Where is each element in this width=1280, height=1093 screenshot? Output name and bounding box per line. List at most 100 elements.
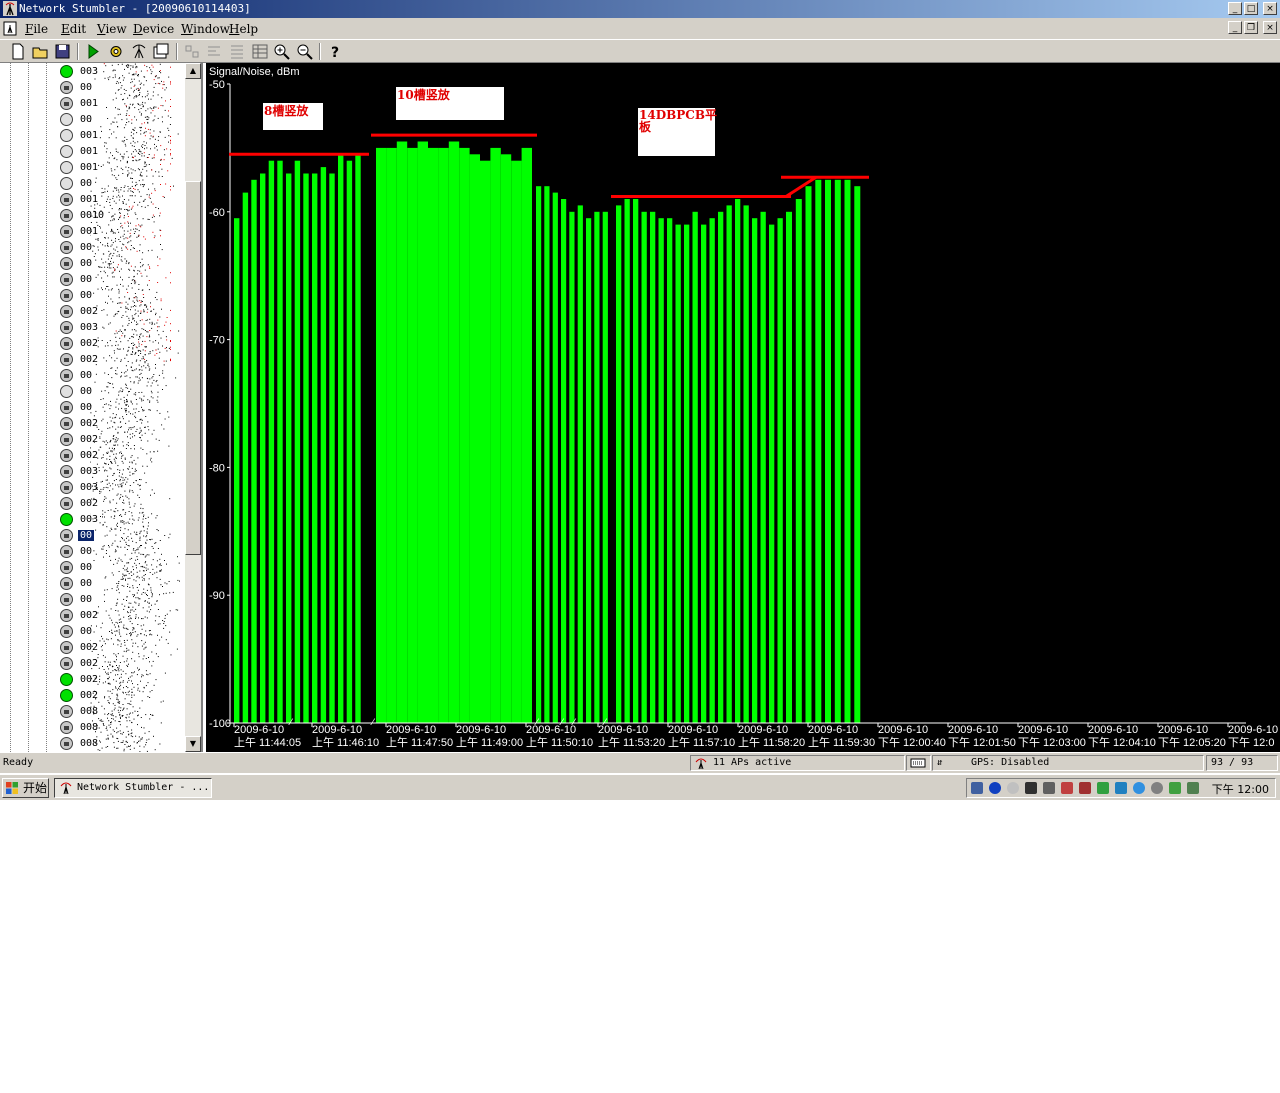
title-bar[interactable]: Network Stumbler - [20090610114403] _ □ … [0,0,1280,18]
x-tick-time: 上午 11:44:05 [234,736,301,749]
gear-icon[interactable] [106,42,126,61]
encrypted-ap-icon [60,273,73,286]
properties-icon[interactable] [151,42,171,61]
document-icon[interactable] [3,21,17,36]
menu-bar: File Edit View Device Window Help _ ❐ × [0,18,1280,39]
signal-bar [234,218,240,723]
x-tick-time: 上午 11:58:20 [738,736,805,749]
encrypted-ap-icon [60,353,73,366]
x-tick-date: 2009-6-10 [598,724,648,736]
scroll-up-button[interactable]: ▲ [185,63,201,79]
taskbar: 开始 Network Stumbler - ... 下午 12:00 [0,774,1280,800]
y-tick-label: -60 [209,207,225,219]
signal-noise-chart[interactable]: Signal/Noise, dBm -50 -60 -70 -80 -90 -100 8槽… [206,63,1280,752]
signal-bar [594,211,600,724]
signal-bar [786,211,792,724]
new-icon[interactable] [8,42,28,61]
open-icon[interactable] [31,42,51,61]
volume-tray-icon[interactable] [1043,782,1055,794]
close-button[interactable]: × [1263,2,1277,15]
x-tick-time: 下午 12:01:50 [948,736,1016,749]
disk-tray-icon[interactable] [1007,782,1019,794]
scroll-thumb[interactable] [185,181,201,555]
child-close-button[interactable]: × [1263,21,1277,34]
menu-device[interactable]: Device [133,22,174,36]
x-tick-date: 2009-6-10 [456,724,506,736]
shield-tray-icon[interactable] [1115,782,1127,794]
encrypted-ap-icon [60,609,73,622]
obscured-label-noise [90,63,180,752]
keyboard-tray-icon[interactable] [1025,782,1037,794]
maximize-button[interactable]: □ [1244,2,1258,15]
inactive-ap-icon [60,129,73,142]
play-icon[interactable] [83,42,103,61]
aps-active-cell: 11 APs active [690,755,905,771]
encrypted-ap-icon [60,705,73,718]
signal-bar [469,154,480,724]
list-icon[interactable] [227,42,247,61]
status-ready: Ready [3,757,34,768]
tree-guide-line [28,63,29,752]
keyboard-icon [910,758,926,768]
inactive-ap-icon [60,177,73,190]
y-tick-label: -70 [209,335,225,347]
taskbar-item-label: Network Stumbler - ... [77,782,210,793]
save-icon[interactable] [53,42,73,61]
signal-bar [795,199,802,723]
signal-bar [825,179,831,723]
encrypted-ap-icon [60,577,73,590]
update-tray-icon[interactable] [1133,782,1145,794]
encrypted-ap-icon [60,449,73,462]
usb-tray-icon[interactable] [1187,782,1199,794]
signal-bar [312,173,318,723]
wifi-tray-icon[interactable] [1097,782,1109,794]
windows-logo-icon [6,782,18,794]
encrypted-ap-icon [60,193,73,206]
taskbar-item-network-stumbler[interactable]: Network Stumbler - ... [54,778,212,798]
child-minimize-button[interactable]: _ [1228,21,1242,34]
auto-config-icon[interactable] [129,42,149,61]
large-icons-icon[interactable] [182,42,202,61]
bluetooth-tray-icon[interactable] [989,782,1001,794]
encrypted-ap-icon [60,465,73,478]
toolbar-separator [176,43,178,60]
security-tray-icon[interactable] [1151,782,1163,794]
signal-bar [561,199,567,723]
ap-count: 93 / 93 [1211,757,1254,768]
signal-bar [752,218,758,723]
signal-bar [438,147,449,723]
menu-view[interactable]: View [97,22,127,36]
menu-file[interactable]: File [25,22,48,36]
signal-bar [459,147,470,723]
menu-window[interactable]: Window [181,22,230,36]
child-restore-button[interactable]: ❐ [1244,21,1258,34]
signal-bar [490,147,501,723]
help-icon[interactable]: ? [325,42,345,61]
signal-bar [760,211,766,724]
menu-edit[interactable]: Edit [61,22,86,36]
signal-bar [743,205,749,723]
zoom-out-icon[interactable] [295,42,315,61]
antivirus-tray-icon[interactable] [1169,782,1181,794]
minimize-button[interactable]: _ [1228,2,1242,15]
zoom-in-icon[interactable] [272,42,292,61]
start-button[interactable]: 开始 [2,778,49,798]
encrypted-ap-icon [60,337,73,350]
small-icons-icon[interactable] [204,42,224,61]
network-disconnected-icon[interactable] [1061,782,1073,794]
network-disconnected-2-icon[interactable] [1079,782,1091,794]
gps-cell: ⇵ GPS: Disabled [932,755,1204,771]
menu-help[interactable]: Help [229,22,258,36]
details-icon[interactable] [250,42,270,61]
ap-tree-pane[interactable]: 003 00 001 00 001 001 001 00 001 0010 001 00 00 00 00 0… [0,63,203,752]
signal-bar [251,179,257,723]
tree-scrollbar[interactable]: ▲ ▼ [185,63,201,752]
encrypted-ap-icon [60,593,73,606]
signal-bar [641,211,647,724]
encrypted-ap-icon [60,641,73,654]
scroll-down-button[interactable]: ▼ [185,736,201,752]
bar-segment [536,186,608,724]
x-axis: ⁄ ⁄ ⁄ ⁄ ⁄ ⁄2009-6-10上午 11:44:052009-6-10上午 11… [230,718,1278,749]
network-tray-icon[interactable] [971,782,983,794]
encrypted-ap-icon [60,657,73,670]
